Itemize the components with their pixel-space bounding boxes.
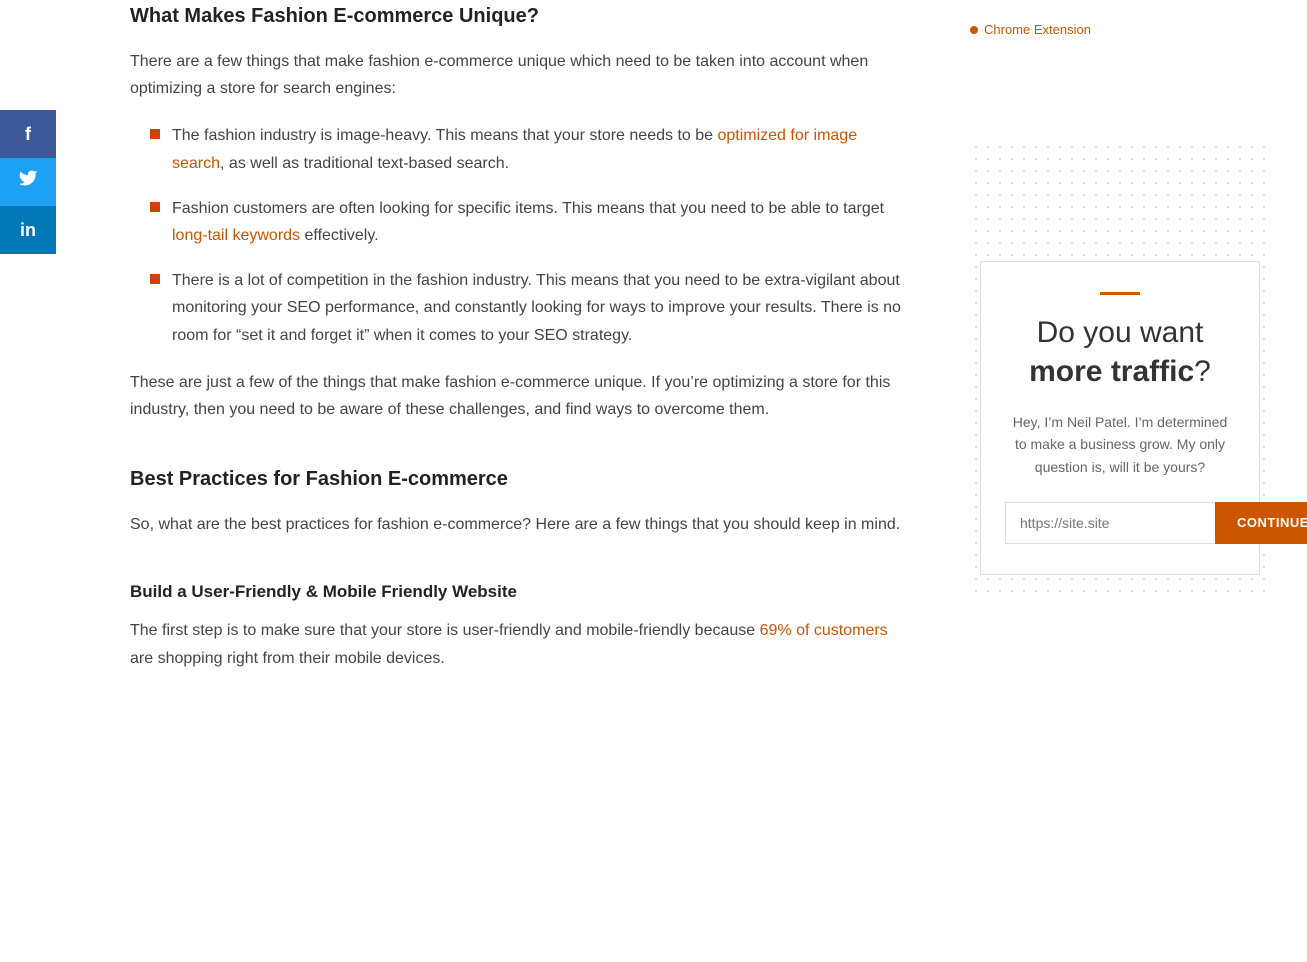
widget-title: Do you want more traffic?	[1005, 313, 1235, 391]
section-mobile-friendly: Build a User-Friendly & Mobile Friendly …	[130, 578, 910, 672]
twitter-icon	[18, 168, 38, 197]
widget-accent-bar	[1100, 292, 1140, 295]
right-sidebar: Chrome Extension Do you want more traffi…	[950, 0, 1290, 962]
image-search-link[interactable]: optimized for image search	[172, 127, 857, 171]
section-best-practices-heading: Best Practices for Fashion E-commerce	[130, 463, 910, 495]
list-item: The fashion industry is image-heavy. Thi…	[150, 122, 910, 176]
facebook-button[interactable]: f	[0, 110, 56, 158]
article-content: What Makes Fashion E-commerce Unique? Th…	[90, 0, 950, 962]
linkedin-icon: in	[20, 216, 36, 245]
facebook-icon: f	[25, 120, 31, 149]
social-sidebar: f in	[0, 110, 56, 254]
section-unique-closing: These are just a few of the things that …	[130, 369, 910, 423]
section-mobile-heading: Build a User-Friendly & Mobile Friendly …	[130, 578, 910, 605]
list-item-text: Fashion customers are often looking for …	[172, 195, 910, 249]
linkedin-button[interactable]: in	[0, 206, 56, 254]
section-unique-intro: There are a few things that make fashion…	[130, 48, 910, 102]
list-item-text: There is a lot of competition in the fas…	[172, 267, 910, 349]
widget-input-row: CONTINUE	[1005, 502, 1235, 544]
widget-dotted-bg: Do you want more traffic? Hey, I’m Neil …	[970, 141, 1270, 595]
chrome-extension-bar: Chrome Extension	[970, 0, 1270, 61]
list-item: Fashion customers are often looking for …	[150, 195, 910, 249]
section-best-practices: Best Practices for Fashion E-commerce So…	[130, 463, 910, 538]
chrome-extension-dot	[970, 26, 978, 34]
bullet-list-unique: The fashion industry is image-heavy. Thi…	[150, 122, 910, 348]
list-item: There is a lot of competition in the fas…	[150, 267, 910, 349]
section-unique-heading: What Makes Fashion E-commerce Unique?	[130, 0, 910, 32]
bullet-icon	[150, 202, 160, 212]
section-mobile-intro: The first step is to make sure that your…	[130, 617, 910, 671]
section-unique: What Makes Fashion E-commerce Unique? Th…	[130, 0, 910, 423]
long-tail-keywords-link[interactable]: long-tail keywords	[172, 227, 300, 244]
continue-button[interactable]: CONTINUE	[1215, 502, 1307, 544]
bullet-icon	[150, 129, 160, 139]
twitter-button[interactable]	[0, 158, 56, 206]
chrome-extension-link[interactable]: Chrome Extension	[984, 10, 1091, 51]
traffic-widget: Do you want more traffic? Hey, I’m Neil …	[980, 261, 1260, 575]
list-item-text: The fashion industry is image-heavy. Thi…	[172, 122, 910, 176]
section-best-practices-intro: So, what are the best practices for fash…	[130, 511, 910, 538]
customers-link[interactable]: 69% of customers	[760, 622, 888, 639]
bullet-icon	[150, 274, 160, 284]
website-url-input[interactable]	[1005, 502, 1215, 544]
widget-description: Hey, I’m Neil Patel. I’m determined to m…	[1005, 411, 1235, 478]
